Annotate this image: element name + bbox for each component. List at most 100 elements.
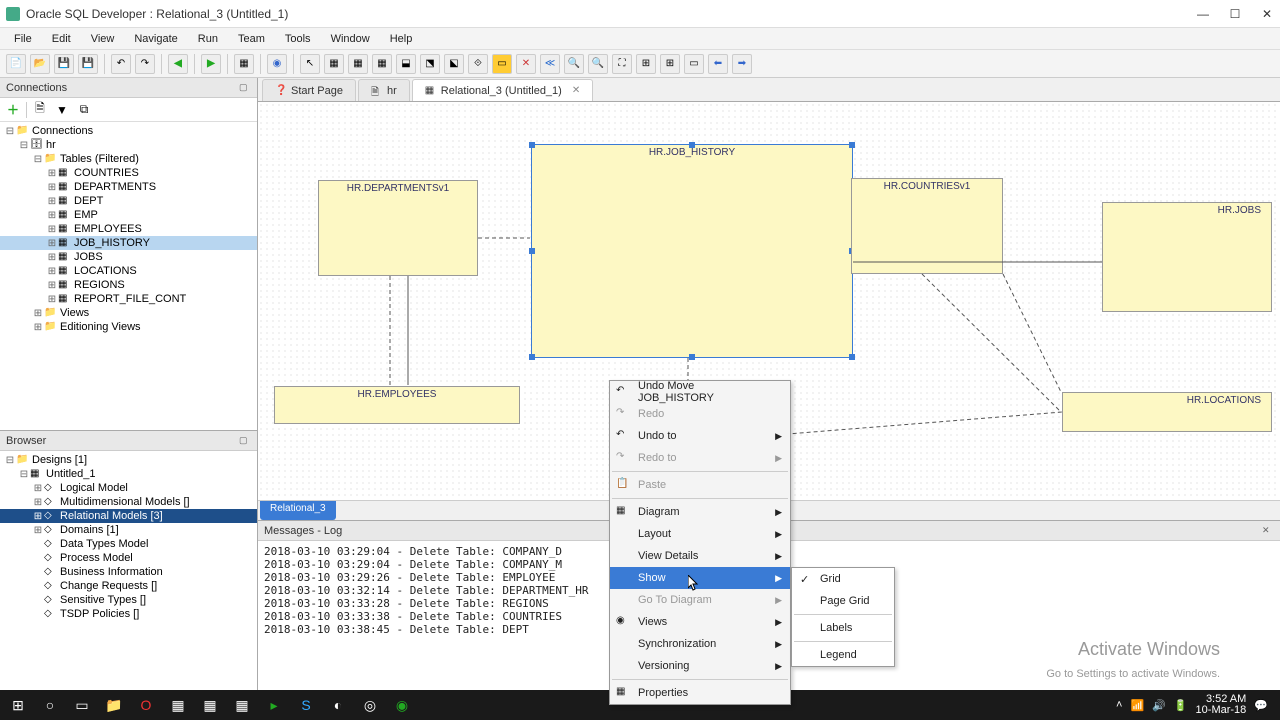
new-icon[interactable]: 📄 [6, 54, 26, 74]
menu-tools[interactable]: Tools [277, 31, 319, 47]
delete-icon[interactable]: ✕ [516, 54, 536, 74]
nav-fwd-icon[interactable]: ➡ [732, 54, 752, 74]
back-icon[interactable]: ◀ [168, 54, 188, 74]
show-submenu[interactable]: ✓Grid Page Grid Labels Legend [791, 567, 895, 667]
opera-icon[interactable]: O [132, 691, 160, 719]
entity-employees[interactable]: HR.EMPLOYEES [274, 386, 520, 424]
ctx-undo-to[interactable]: ↶Undo to▶ [610, 425, 790, 447]
skype-icon[interactable]: S [292, 691, 320, 719]
menu-view[interactable]: View [83, 31, 123, 47]
tree-table-row[interactable]: ⊞▦JOBS [0, 250, 257, 264]
page-icon[interactable]: ▭ [684, 54, 704, 74]
chrome-icon[interactable]: ◎ [356, 691, 384, 719]
tab-start[interactable]: ❓Start Page [262, 79, 356, 101]
entity-job-history[interactable]: HR.JOB_HISTORY [531, 144, 853, 358]
tree-table-row-selected[interactable]: ⊞▦JOB_HISTORY [0, 236, 257, 250]
tree-editioning[interactable]: ⊞📁Editioning Views [0, 320, 257, 334]
close-icon[interactable]: ▢ [239, 82, 251, 94]
zoom-in-icon[interactable]: 🔍 [564, 54, 584, 74]
submenu-labels[interactable]: Labels [792, 617, 894, 639]
table2-icon[interactable]: ▦ [348, 54, 368, 74]
notification-icon[interactable]: 💬 [1254, 699, 1268, 712]
browser-designs[interactable]: ⊟📁Designs [1] [0, 453, 257, 467]
split-icon[interactable]: ⬓ [396, 54, 416, 74]
grid2-icon[interactable]: ⊞ [660, 54, 680, 74]
close-button[interactable]: ✕ [1260, 7, 1274, 21]
grid-icon[interactable]: ⊞ [636, 54, 656, 74]
app-icon[interactable]: ▦ [228, 691, 256, 719]
browser-item[interactable]: ◇Data Types Model [0, 537, 257, 551]
ctx-synchronization[interactable]: Synchronization▶ [610, 633, 790, 655]
clock-date[interactable]: 10-Mar-18 [1196, 705, 1247, 716]
browser-item[interactable]: ⊞◇Domains [1] [0, 523, 257, 537]
add-icon[interactable]: ＋ [4, 101, 22, 119]
tree-table-row[interactable]: ⊞▦DEPARTMENTS [0, 180, 257, 194]
refresh-icon[interactable]: ≪ [540, 54, 560, 74]
entity-jobs[interactable]: HR.JOBS [1102, 202, 1272, 312]
menu-run[interactable]: Run [190, 31, 226, 47]
ctx-show[interactable]: Show▶ [610, 567, 790, 589]
ctx-properties[interactable]: ▦Properties [610, 682, 790, 704]
submenu-page-grid[interactable]: Page Grid [792, 590, 894, 612]
system-tray[interactable]: ˄ 📶 🔊 🔋 3:52 AM 10-Mar-18 💬 [1116, 694, 1276, 716]
view-icon[interactable]: ▦ [372, 54, 392, 74]
app-icon[interactable]: ▦ [164, 691, 192, 719]
tree-views[interactable]: ⊞📁Views [0, 306, 257, 320]
note-icon[interactable]: ▭ [492, 54, 512, 74]
browser-item[interactable]: ◇Business Information [0, 565, 257, 579]
open-icon[interactable]: 📂 [30, 54, 50, 74]
tree-root[interactable]: ⊟📁Connections [0, 124, 257, 138]
app-icon[interactable]: ▦ [196, 691, 224, 719]
connections-tree[interactable]: ⊟📁Connections ⊟🗄hr ⊟📁Tables (Filtered) ⊞… [0, 122, 257, 430]
menu-navigate[interactable]: Navigate [126, 31, 185, 47]
close-icon[interactable]: ✕ [572, 85, 580, 96]
browser-untitled[interactable]: ⊟▦Untitled_1 [0, 467, 257, 481]
menu-window[interactable]: Window [323, 31, 378, 47]
filter-icon[interactable]: ▼ [53, 101, 71, 119]
sqldev-icon[interactable]: ▸ [260, 691, 288, 719]
tree-table-row[interactable]: ⊞▦LOCATIONS [0, 264, 257, 278]
maximize-icon[interactable]: ▢ [239, 435, 251, 447]
save-all-icon[interactable]: 💾 [78, 54, 98, 74]
undo-icon[interactable]: ↶ [111, 54, 131, 74]
ctx-undo-move[interactable]: ↶Undo Move JOB_HISTORY [610, 381, 790, 403]
close-icon[interactable]: ✕ [1262, 525, 1274, 537]
browser-item[interactable]: ⊞◇Logical Model [0, 481, 257, 495]
tree-db[interactable]: ⊟🗄hr [0, 138, 257, 152]
nav-back-icon[interactable]: ⬅ [708, 54, 728, 74]
browser-item-selected[interactable]: ⊞◇Relational Models [3] [0, 509, 257, 523]
copy-icon[interactable]: ⧉ [75, 101, 93, 119]
taskview-icon[interactable]: ▭ [68, 691, 96, 719]
app-icon[interactable]: ◐ [324, 691, 352, 719]
tree-table-row[interactable]: ⊞▦EMP [0, 208, 257, 222]
tree-tables[interactable]: ⊟📁Tables (Filtered) [0, 152, 257, 166]
redo-icon[interactable]: ↷ [135, 54, 155, 74]
link-icon[interactable]: ⟐ [468, 54, 488, 74]
pointer-icon[interactable]: ↖ [300, 54, 320, 74]
ctx-views[interactable]: ◉Views▶ [610, 611, 790, 633]
tree-table-row[interactable]: ⊞▦COUNTRIES [0, 166, 257, 180]
context-menu[interactable]: ↶Undo Move JOB_HISTORY ↷Redo ↶Undo to▶ ↷… [609, 380, 791, 705]
merge-icon[interactable]: ⬕ [444, 54, 464, 74]
tray-wifi-icon[interactable]: 📶 [1130, 699, 1144, 712]
explorer-icon[interactable]: 📁 [100, 691, 128, 719]
entity-departments[interactable]: HR.DEPARTMENTSv1 [318, 180, 478, 276]
menu-team[interactable]: Team [230, 31, 273, 47]
worksheet-icon[interactable]: 🗎 [31, 101, 49, 119]
entity-locations[interactable]: HR.LOCATIONS [1062, 392, 1272, 432]
entity-countries[interactable]: HR.COUNTRIESv1 [851, 178, 1003, 274]
save-icon[interactable]: 💾 [54, 54, 74, 74]
ctx-view-details[interactable]: View Details▶ [610, 545, 790, 567]
start-icon[interactable]: ⊞ [4, 691, 32, 719]
tree-table-row[interactable]: ⊞▦REGIONS [0, 278, 257, 292]
menu-file[interactable]: File [6, 31, 40, 47]
table-icon[interactable]: ▦ [324, 54, 344, 74]
browser-item[interactable]: ◇TSDP Policies [] [0, 607, 257, 621]
browser-item[interactable]: ◇Sensitive Types [] [0, 593, 257, 607]
zoom-out-icon[interactable]: 🔍 [588, 54, 608, 74]
maximize-button[interactable]: ☐ [1228, 7, 1242, 21]
tab-relational[interactable]: ▦Relational_3 (Untitled_1)✕ [412, 79, 593, 101]
minimize-button[interactable]: — [1196, 7, 1210, 21]
canvas-tab[interactable]: Relational_3 [260, 501, 336, 520]
submenu-legend[interactable]: Legend [792, 644, 894, 666]
